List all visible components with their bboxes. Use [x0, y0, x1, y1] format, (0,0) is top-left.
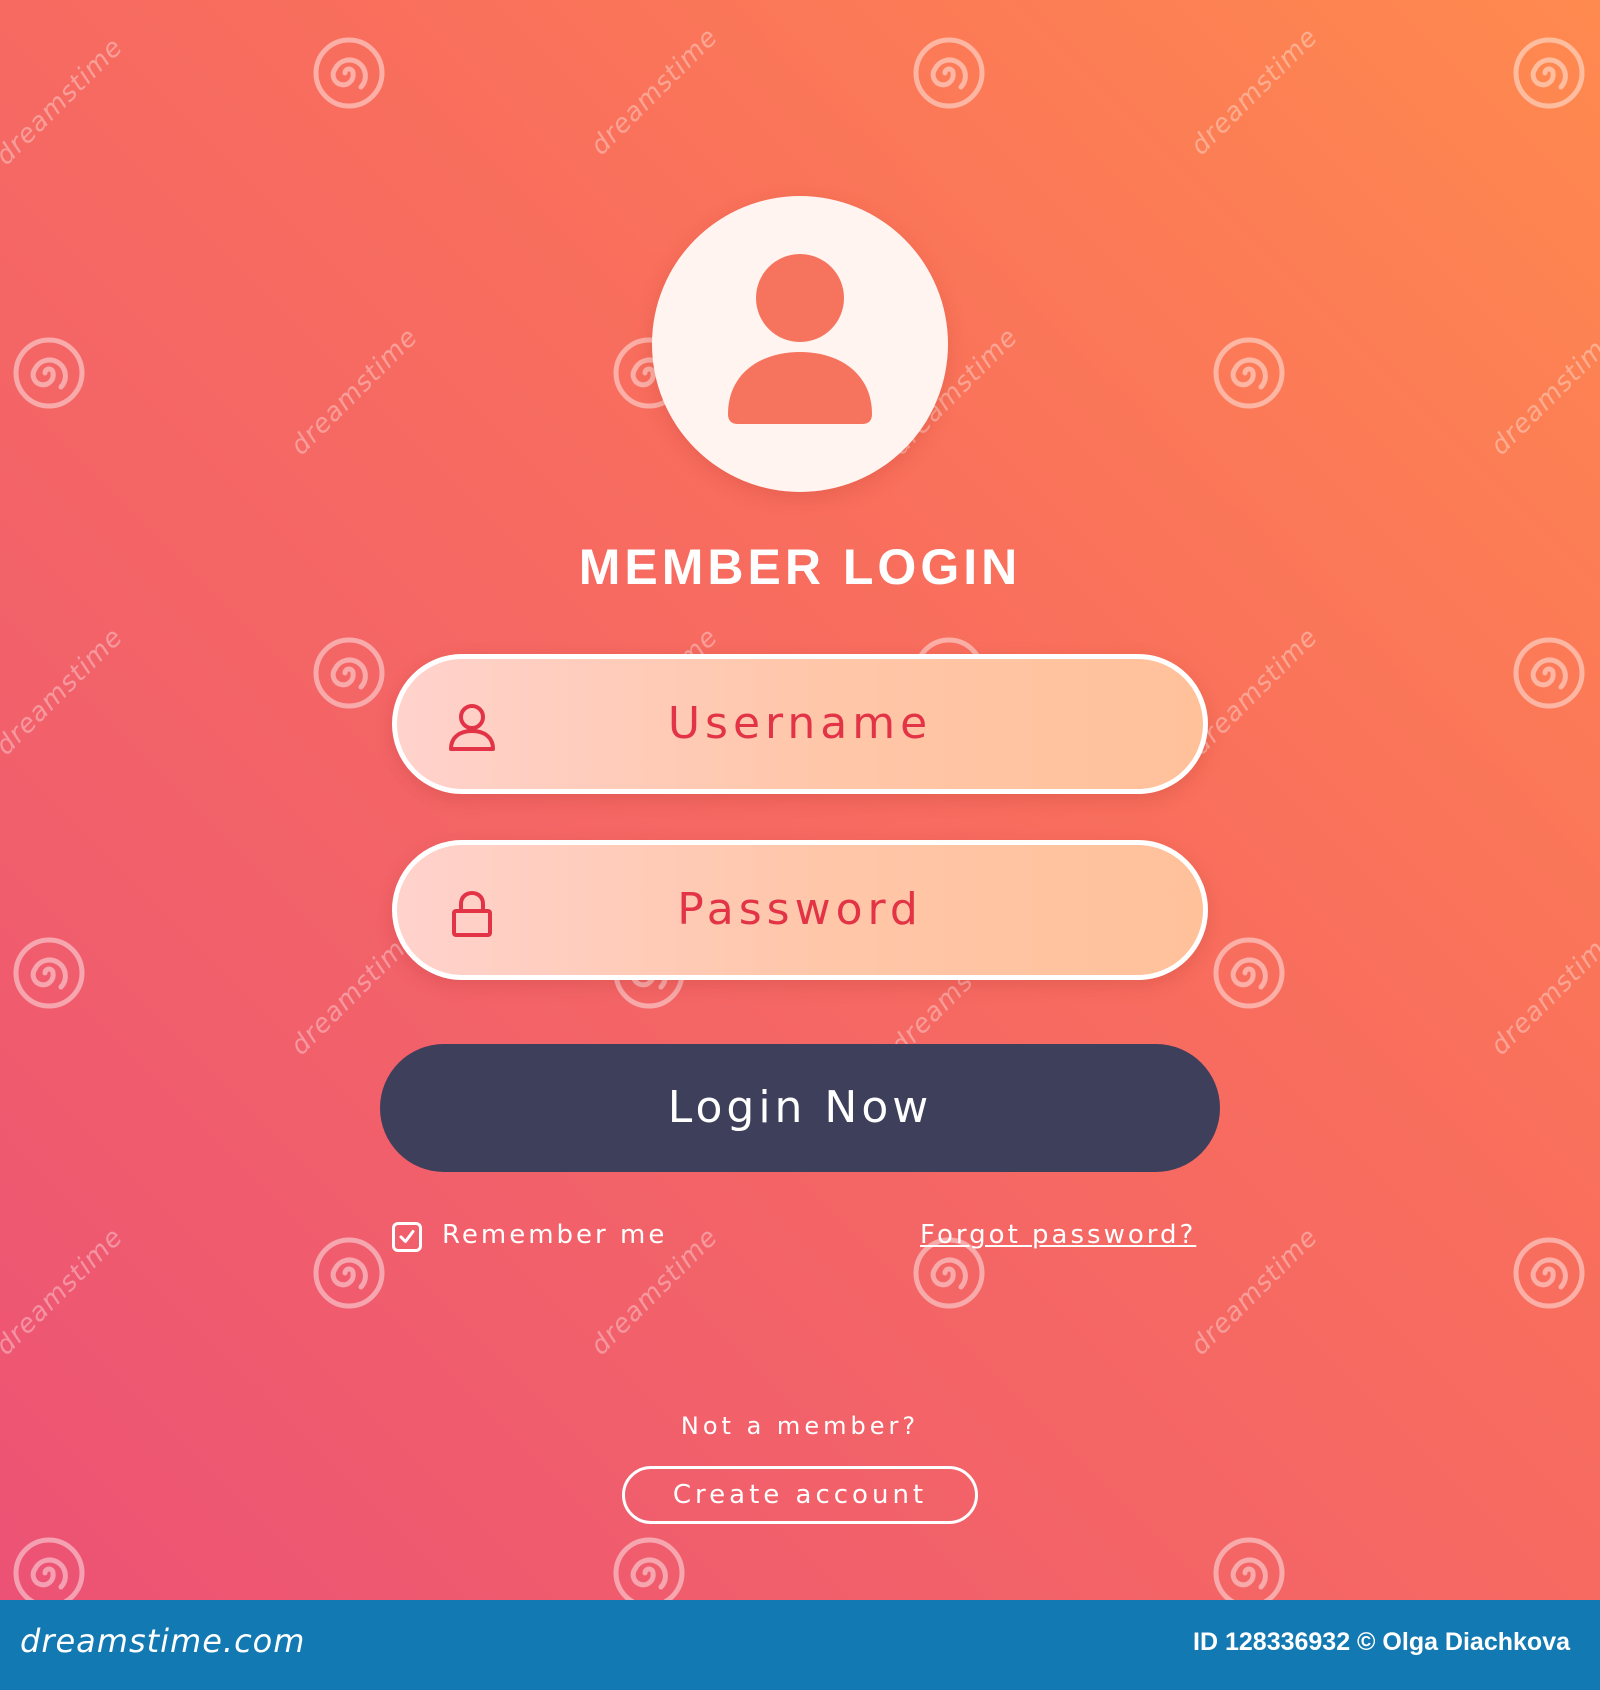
watermark-spiral-icon — [1212, 336, 1286, 410]
watermark-spiral-icon — [312, 1236, 386, 1310]
watermark-spiral-icon — [1212, 1536, 1286, 1600]
checkmark-icon — [399, 1230, 415, 1243]
login-screen: dreamstime dreamstime dreamstime dreamstime… — [0, 0, 1600, 1600]
remember-me-checkbox[interactable] — [392, 1222, 422, 1252]
avatar — [652, 196, 948, 492]
password-field[interactable]: Password — [392, 840, 1208, 980]
watermark-text: dreamstime — [1185, 1222, 1325, 1362]
watermark-spiral-icon — [12, 336, 86, 410]
watermark-text: dreamstime — [0, 32, 130, 172]
watermark-text: dreamstime — [1485, 922, 1600, 1062]
watermark-text: dreamstime — [1185, 22, 1325, 162]
footer-logo: dreamstime.com — [20, 1622, 306, 1660]
username-placeholder: Username — [667, 698, 933, 749]
remember-me-label: Remember me — [442, 1220, 668, 1250]
watermark-spiral-icon — [12, 936, 86, 1010]
watermark-spiral-icon — [912, 36, 986, 110]
footer-bar: dreamstime.com ID 128336932 © Olga Diach… — [0, 1600, 1600, 1690]
watermark-spiral-icon — [312, 636, 386, 710]
watermark-spiral-icon — [1512, 1236, 1586, 1310]
footer-credit: ID 128336932 © Olga Diachkova — [1193, 1628, 1570, 1656]
watermark-spiral-icon — [1212, 936, 1286, 1010]
watermark-text: dreamstime — [0, 622, 130, 762]
watermark-spiral-icon — [1512, 36, 1586, 110]
forgot-password-link[interactable]: Forgot password? — [920, 1220, 1196, 1250]
username-field[interactable]: Username — [392, 654, 1208, 794]
watermark-spiral-icon — [312, 36, 386, 110]
watermark-text: dreamstime — [1485, 322, 1600, 462]
watermark-text: dreamstime — [285, 322, 425, 462]
watermark-spiral-icon — [1512, 636, 1586, 710]
watermark-text: dreamstime — [585, 22, 725, 162]
watermark-text: dreamstime — [0, 1222, 130, 1362]
login-button[interactable]: Login Now — [380, 1044, 1220, 1172]
watermark-spiral-icon — [612, 1536, 686, 1600]
create-account-button[interactable]: Create account — [622, 1466, 978, 1524]
watermark-spiral-icon — [12, 1536, 86, 1600]
page-title: MEMBER LOGIN — [578, 539, 1022, 595]
not-member-text: Not a member? — [680, 1412, 920, 1440]
user-avatar-icon — [728, 254, 872, 424]
password-placeholder: Password — [677, 884, 923, 935]
